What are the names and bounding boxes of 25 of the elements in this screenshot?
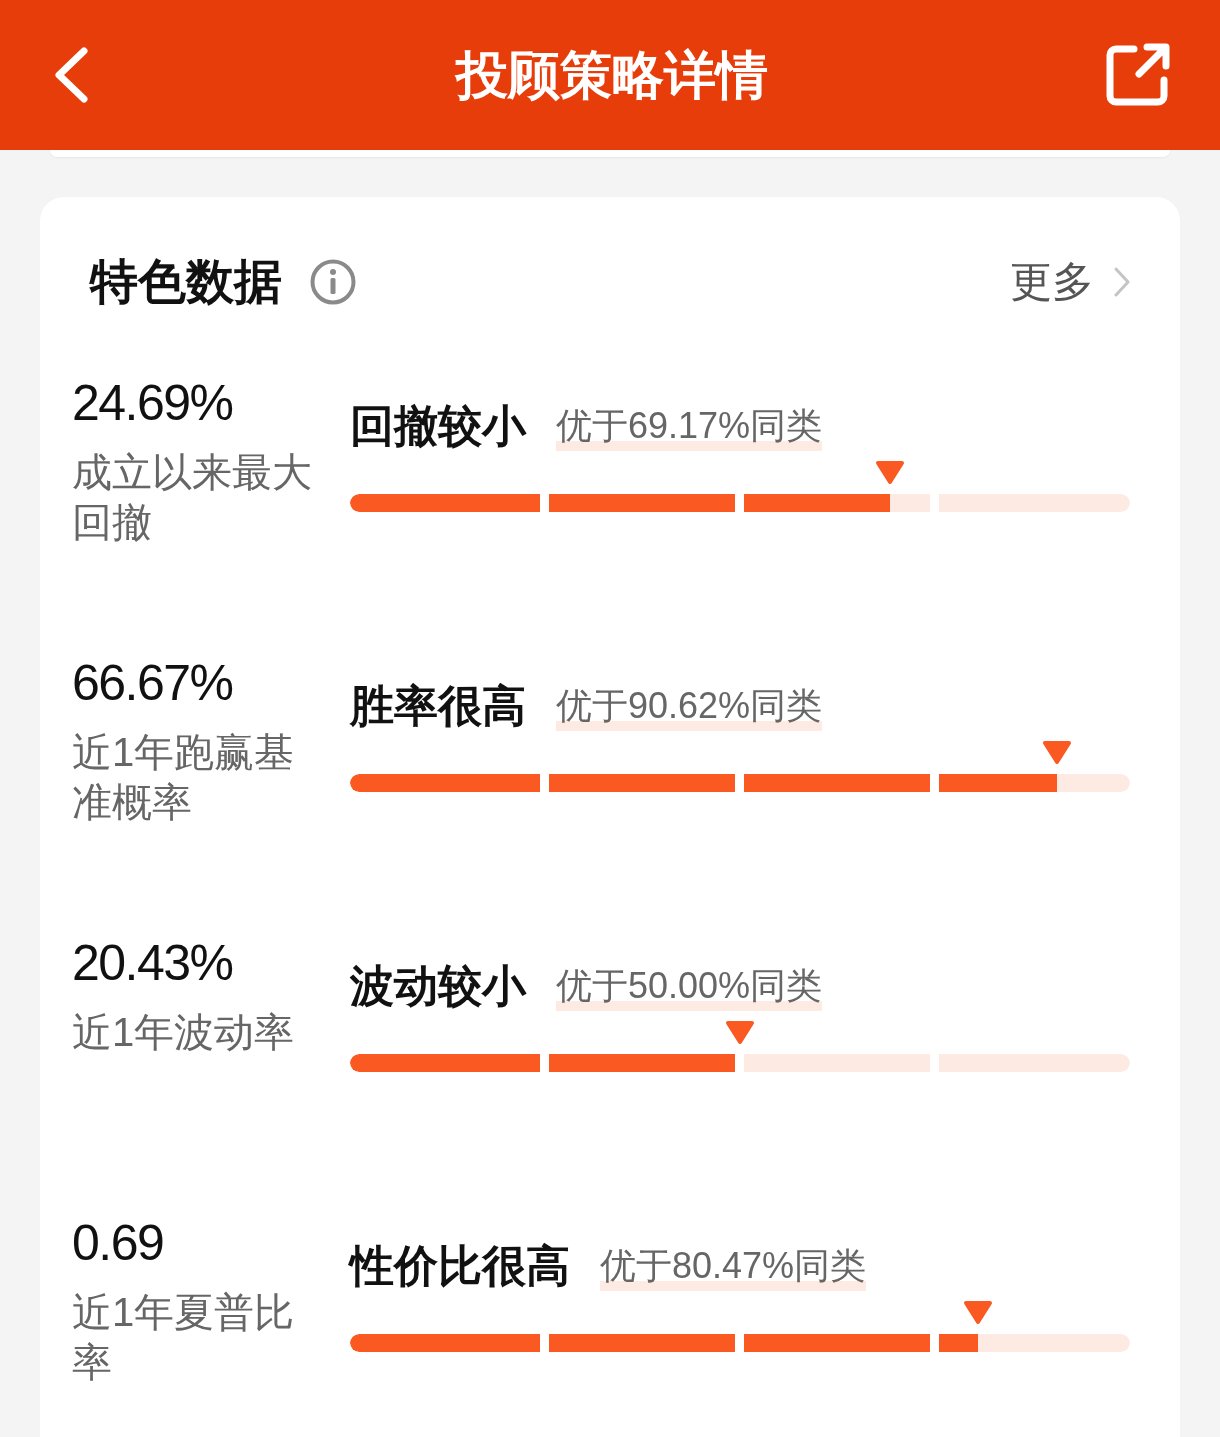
metric-label: 近1年跑赢基准概率 [72,729,296,826]
verdict-label: 胜率很高 [350,681,526,731]
info-icon[interactable] [310,259,356,305]
metric-label: 近1年波动率 [72,1009,296,1056]
chevron-right-icon [1114,267,1130,297]
metric-value: 0.69 [72,1214,164,1273]
share-button[interactable] [1104,42,1172,108]
verdict-label: 回撤较小 [350,401,526,451]
marker-icon [725,1020,755,1045]
section-title: 特色数据 [90,257,282,307]
metric-value: 66.67% [72,654,233,713]
metric-value: 20.43% [72,934,233,993]
back-button[interactable] [52,46,90,104]
marker-icon [874,460,905,485]
verdict-label: 波动较小 [350,961,526,1011]
page-title: 投顾策略详情 [456,45,768,105]
metric-label: 成立以来最大回撤 [72,449,313,546]
metric-value: 24.69% [72,374,233,433]
more-link[interactable]: 更多 [1010,257,1130,307]
share-icon [1104,42,1172,108]
marker-icon [962,1300,993,1325]
verdict-label: 性价比很高 [350,1241,570,1291]
metric-label: 近1年夏普比率 [72,1289,296,1386]
marker-icon [1041,740,1072,765]
back-icon [52,46,90,104]
